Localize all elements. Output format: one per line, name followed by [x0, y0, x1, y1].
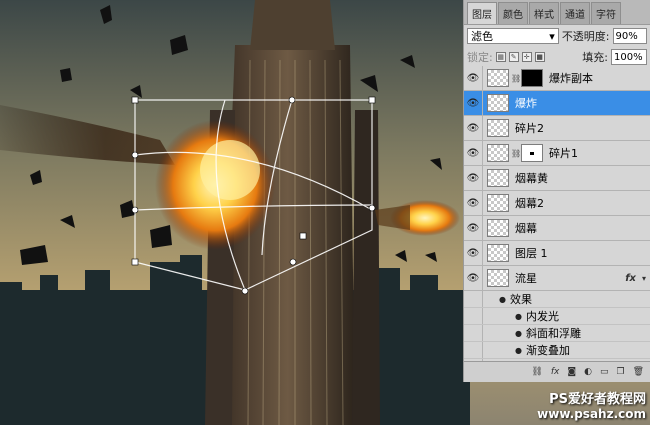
tab-styles[interactable]: 样式 — [529, 2, 559, 24]
expand-arrow-icon[interactable]: ▾ — [642, 274, 646, 283]
blend-opacity-row: 滤色 ▾ 不透明度: 90% — [464, 25, 650, 47]
layer-row[interactable]: 👁 烟幕2 — [464, 191, 650, 216]
layer-row[interactable]: 👁 爆炸 — [464, 91, 650, 116]
eye-icon[interactable]: 👁 — [464, 241, 483, 265]
eye-icon[interactable]: 👁 — [464, 191, 483, 215]
layer-row[interactable]: 👁 烟幕黄 — [464, 166, 650, 191]
eye-icon[interactable] — [464, 325, 483, 341]
layer-list: 👁 ⛓ 爆炸副本 👁 爆炸 👁 碎片2 👁 ⛓ 碎片1 👁 烟幕黄 👁 烟幕2 … — [464, 66, 650, 362]
layer-thumbnail — [487, 219, 509, 237]
add-mask-icon[interactable]: ◙ — [567, 367, 576, 377]
new-layer-icon[interactable]: ❐ — [616, 367, 624, 377]
effect-row[interactable]: ● 内发光 — [464, 308, 650, 325]
chain-link-icon[interactable]: ⛓ — [511, 149, 521, 158]
tab-character[interactable]: 字符 — [591, 2, 621, 24]
fill-label: 填充: — [582, 51, 608, 64]
chevron-down-icon: ▾ — [549, 29, 555, 43]
layer-row[interactable]: 👁 烟幕 — [464, 216, 650, 241]
opacity-input[interactable]: 90% — [612, 28, 647, 44]
layer-name: 图层 1 — [515, 247, 548, 260]
layer-thumbnail — [487, 194, 509, 212]
lock-label: 锁定: — [467, 51, 493, 64]
new-group-icon[interactable]: ▭ — [600, 367, 609, 377]
eye-icon[interactable]: 👁 — [464, 266, 483, 290]
blend-mode-select[interactable]: 滤色 ▾ — [467, 28, 559, 44]
site-watermark: PS爱好者教程网 www.psahz.com — [537, 392, 646, 422]
lock-position-icon[interactable]: ✛ — [521, 52, 532, 62]
layer-thumbnail — [487, 119, 509, 137]
tab-layers[interactable]: 图层 — [467, 2, 497, 24]
watermark-title: PS爱好者教程网 — [549, 392, 646, 407]
effect-name: 斜面和浮雕 — [525, 327, 581, 340]
layer-mask-thumbnail[interactable] — [521, 69, 543, 87]
panel-bottom-toolbar: ⛓ fx ◙ ◐ ▭ ❐ 🗑 — [464, 361, 650, 382]
layers-panel: 图层 颜色 样式 通道 字符 滤色 ▾ 不透明度: 90% 锁定: ▦ ✎ ✛ … — [463, 0, 650, 382]
watermark-url: www.psahz.com — [537, 407, 646, 421]
blend-mode-value: 滤色 — [471, 30, 493, 43]
effect-name: 渐变叠加 — [525, 344, 570, 357]
layer-thumbnail — [487, 69, 509, 87]
add-style-icon[interactable]: fx — [551, 367, 560, 377]
layer-name: 爆炸 — [515, 97, 537, 110]
tab-color[interactable]: 颜色 — [498, 2, 528, 24]
layer-row[interactable]: 👁 碎片2 — [464, 116, 650, 141]
layer-name: 碎片2 — [515, 122, 544, 135]
layer-name: 烟幕 — [515, 222, 537, 235]
chain-link-icon[interactable]: ⛓ — [511, 74, 521, 83]
panel-tabs: 图层 颜色 样式 通道 字符 — [464, 0, 650, 25]
trash-icon[interactable]: 🗑 — [633, 367, 644, 377]
effect-name: 内发光 — [525, 310, 559, 323]
layer-thumbnail — [487, 144, 509, 162]
eye-icon[interactable]: 👁 — [464, 166, 483, 190]
lock-transparency-icon[interactable]: ▦ — [495, 52, 506, 62]
layer-name: 碎片1 — [549, 147, 578, 160]
layer-thumbnail — [487, 169, 509, 187]
eye-icon[interactable]: 👁 — [464, 116, 483, 140]
eye-icon[interactable]: 👁 — [464, 141, 483, 165]
effects-group-row[interactable]: ● 效果 — [464, 291, 650, 308]
fx-icon[interactable]: fx — [625, 273, 636, 284]
eye-icon[interactable]: ● — [499, 295, 506, 304]
layer-name: 流星 — [515, 272, 537, 285]
eye-icon[interactable]: 👁 — [464, 66, 483, 90]
layer-row[interactable]: 👁 ⛓ 爆炸副本 — [464, 66, 650, 91]
lock-fill-row: 锁定: ▦ ✎ ✛ ■ 填充: 100% — [464, 47, 650, 68]
eye-icon[interactable]: ● — [515, 346, 522, 355]
effects-label: 效果 — [509, 293, 532, 306]
opacity-label: 不透明度: — [561, 30, 610, 43]
lock-pixels-icon[interactable]: ✎ — [508, 52, 519, 62]
eye-icon[interactable]: 👁 — [464, 91, 483, 115]
eye-icon[interactable]: 👁 — [464, 216, 483, 240]
layer-name: 烟幕黄 — [515, 172, 548, 185]
layer-thumbnail — [487, 244, 509, 262]
layer-thumbnail — [487, 269, 509, 287]
layer-row[interactable]: 👁 流星 fx ▾ — [464, 266, 650, 291]
layer-mask-thumbnail[interactable] — [521, 144, 543, 162]
eye-icon[interactable] — [464, 308, 483, 324]
link-layers-icon[interactable]: ⛓ — [531, 367, 542, 377]
layer-row[interactable]: 👁 ⛓ 碎片1 — [464, 141, 650, 166]
layer-thumbnail — [487, 94, 509, 112]
layer-name: 爆炸副本 — [549, 72, 593, 85]
eye-icon[interactable]: ● — [515, 312, 522, 321]
layer-row[interactable]: 👁 图层 1 — [464, 241, 650, 266]
eye-icon[interactable] — [464, 342, 483, 358]
eye-icon[interactable]: ● — [515, 329, 522, 338]
adjustment-layer-icon[interactable]: ◐ — [584, 367, 592, 377]
eye-icon[interactable] — [464, 291, 483, 307]
effect-row[interactable]: ● 渐变叠加 — [464, 342, 650, 359]
layer-name: 烟幕2 — [515, 197, 544, 210]
fill-input[interactable]: 100% — [611, 49, 647, 65]
lock-all-icon[interactable]: ■ — [534, 52, 545, 62]
tab-channels[interactable]: 通道 — [560, 2, 590, 24]
effect-row[interactable]: ● 斜面和浮雕 — [464, 325, 650, 342]
